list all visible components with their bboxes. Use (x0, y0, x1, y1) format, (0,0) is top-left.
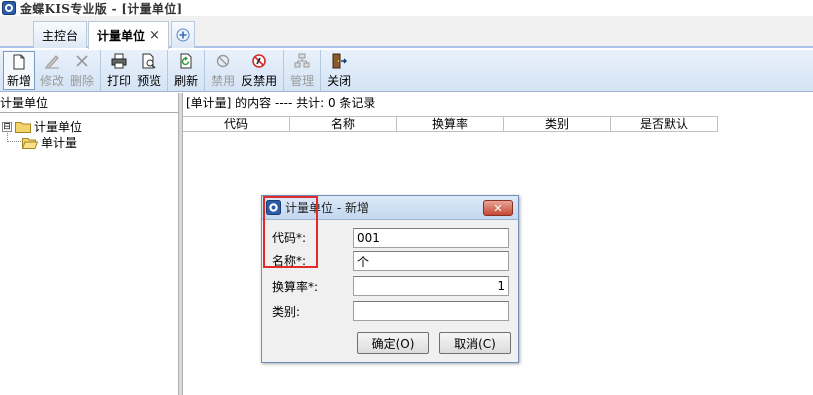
plus-icon (176, 28, 190, 42)
tab-close-icon[interactable]: × (149, 28, 160, 43)
edit-icon (45, 55, 60, 69)
new-document-icon (13, 54, 25, 70)
left-panel-header: 计量单位 (0, 93, 178, 113)
name-field[interactable] (353, 251, 509, 271)
folder-icon (15, 121, 31, 133)
print-button[interactable]: 打印 (104, 50, 134, 91)
close-button-label: 关闭 (327, 74, 352, 88)
ok-button[interactable]: 确定(O) (357, 332, 429, 354)
toolbar: 新增 修改 删除 打印 预览 刷新 禁用 反禁用 管理 关闭 (0, 50, 813, 92)
close-button[interactable]: 关闭 (324, 50, 354, 91)
grid-column-default[interactable]: 是否默认 (611, 117, 718, 131)
red-highlight-box (263, 196, 318, 268)
app-titlebar: 金蝶KIS专业版 - [计量单位] (0, 0, 813, 16)
unforbidden-icon (252, 54, 266, 68)
preview-button[interactable]: 预览 (134, 50, 164, 91)
kingdee-logo-icon (2, 1, 16, 15)
delete-button-label: 删除 (70, 74, 95, 88)
category-label: 类别: (272, 305, 301, 319)
new-button-label: 新增 (7, 74, 32, 88)
grid-column-name[interactable]: 名称 (290, 117, 397, 131)
enable-button-label: 反禁用 (241, 74, 278, 88)
grid-column-code[interactable]: 代码 (183, 117, 290, 131)
tab-main-console-label: 主控台 (41, 28, 78, 43)
delete-icon (76, 55, 88, 67)
toolbar-group-manage: 管理 (287, 50, 322, 91)
tab-units-label: 计量单位 (97, 29, 146, 43)
tab-main-console[interactable]: 主控台 (33, 21, 87, 48)
toolbar-group-edit: 新增 修改 删除 (3, 50, 102, 91)
refresh-button-label: 刷新 (174, 74, 199, 88)
tree-node-units-label: 计量单位 (34, 120, 83, 134)
rate-field[interactable] (353, 276, 509, 296)
preview-button-label: 预览 (137, 74, 162, 88)
open-folder-icon (22, 137, 38, 149)
delete-button[interactable]: 删除 (67, 50, 97, 91)
tree-node-units[interactable]: ⊟ 计量单位 (2, 118, 82, 135)
left-tree-panel: 计量单位 ⊟ 计量单位 单计量 (0, 93, 178, 395)
forbidden-icon (216, 54, 230, 68)
exit-door-icon (332, 53, 348, 69)
toolbar-group-status: 禁用 反禁用 (208, 50, 285, 91)
content-header: [单计量] 的内容 ---- 共计: 0 条记录 (186, 96, 376, 110)
printer-icon (111, 53, 127, 69)
tree-node-single-unit-label: 单计量 (41, 136, 78, 150)
code-field[interactable] (353, 228, 509, 248)
grid-column-category[interactable]: 类别 (504, 117, 611, 131)
cancel-button[interactable]: 取消(C) (439, 332, 511, 354)
edit-button-label: 修改 (40, 74, 65, 88)
category-field[interactable] (353, 301, 509, 321)
print-button-label: 打印 (107, 74, 132, 88)
manage-icon (294, 53, 310, 68)
grid-column-rate[interactable]: 换算率 (397, 117, 504, 131)
new-button[interactable]: 新增 (3, 51, 36, 90)
rate-label: 换算率*: (272, 280, 319, 294)
manage-button[interactable]: 管理 (287, 50, 317, 91)
tree-collapse-icon[interactable]: ⊟ (2, 121, 12, 132)
preview-icon (142, 53, 156, 69)
add-tab-button[interactable] (171, 21, 195, 48)
tab-units[interactable]: 计量单位 × (88, 21, 169, 49)
toolbar-group-print: 打印 预览 (104, 50, 169, 91)
refresh-icon (180, 53, 192, 69)
window-title: 金蝶KIS专业版 - [计量单位] (20, 1, 183, 16)
disable-button-label: 禁用 (211, 74, 236, 88)
manage-button-label: 管理 (290, 74, 315, 88)
tree-node-single-unit[interactable]: 单计量 (22, 134, 77, 151)
refresh-button[interactable]: 刷新 (171, 50, 201, 91)
grid-header: 代码 名称 换算率 类别 是否默认 (183, 116, 718, 132)
disable-button[interactable]: 禁用 (208, 50, 238, 91)
edit-button[interactable]: 修改 (37, 50, 67, 91)
dialog-close-button[interactable]: ✕ (483, 200, 513, 216)
tree-connector (7, 141, 21, 142)
enable-button[interactable]: 反禁用 (238, 50, 280, 91)
tab-strip: 主控台 计量单位 × (0, 16, 813, 49)
toolbar-group-close: 关闭 (324, 50, 357, 91)
toolbar-group-refresh: 刷新 (171, 50, 206, 91)
